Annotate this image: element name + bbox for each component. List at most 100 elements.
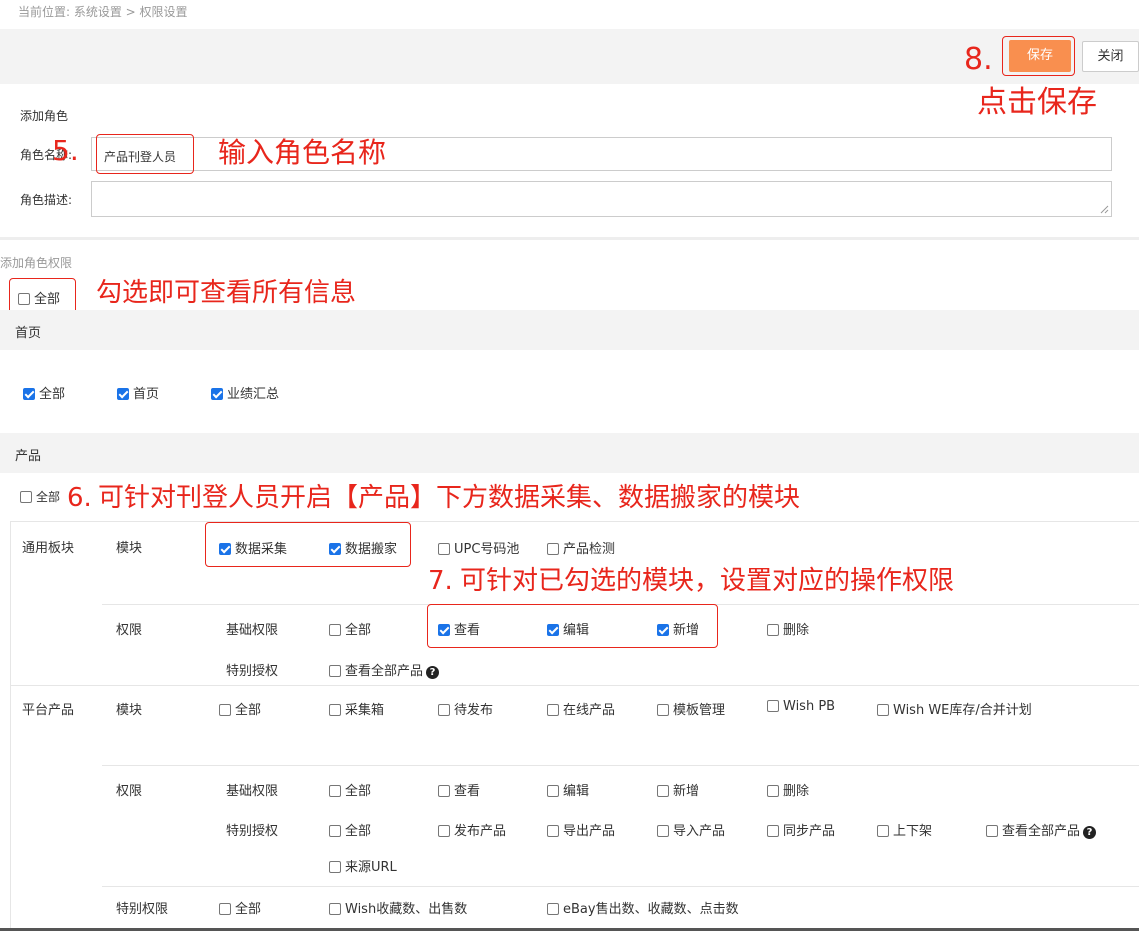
home-option-all[interactable]: 全部 bbox=[23, 383, 65, 402]
checkbox-icon bbox=[547, 785, 559, 797]
checkbox-icon bbox=[986, 825, 998, 837]
platform-perm-label: 权限 bbox=[116, 784, 143, 799]
annotation-box-save bbox=[1002, 36, 1075, 76]
annotation-box-all bbox=[9, 278, 76, 314]
checkbox-icon bbox=[438, 785, 450, 797]
platform-special-import[interactable]: 导入产品 bbox=[657, 820, 725, 839]
annotation-step8-number: 8. bbox=[964, 42, 993, 77]
platform-basic-view[interactable]: 查看 bbox=[438, 780, 480, 799]
platform-special-export[interactable]: 导出产品 bbox=[547, 820, 615, 839]
resize-handle-icon[interactable] bbox=[1099, 204, 1109, 214]
option-label: 业绩汇总 bbox=[227, 387, 280, 402]
home-option-performance[interactable]: 业绩汇总 bbox=[211, 383, 279, 402]
platform-basic-delete[interactable]: 删除 bbox=[767, 780, 809, 799]
checkbox-icon bbox=[547, 704, 559, 716]
option-label: 同步产品 bbox=[783, 824, 836, 839]
table-divider bbox=[10, 685, 1139, 686]
option-label: 全部 bbox=[345, 784, 372, 799]
checkbox-icon bbox=[329, 825, 341, 837]
platform-module-collect-box[interactable]: 采集箱 bbox=[329, 699, 384, 718]
platform-special-publish[interactable]: 发布产品 bbox=[438, 820, 506, 839]
option-label: 待发布 bbox=[454, 703, 494, 718]
option-label: 首页 bbox=[133, 387, 160, 402]
option-label: 采集箱 bbox=[345, 703, 385, 718]
platform-special-label: 特别授权 bbox=[226, 824, 279, 839]
checkbox-icon bbox=[767, 624, 779, 636]
checkbox-icon bbox=[877, 704, 889, 716]
platform-module-wish-we[interactable]: Wish WE库存/合并计划 bbox=[877, 699, 1032, 718]
platform-special-perm-all[interactable]: 全部 bbox=[219, 898, 261, 917]
close-button[interactable]: 关闭 bbox=[1082, 41, 1139, 72]
option-label: Wish PB bbox=[783, 699, 836, 714]
platform-module-pending[interactable]: 待发布 bbox=[438, 699, 493, 718]
option-label: 全部 bbox=[345, 623, 372, 638]
platform-basic-edit[interactable]: 编辑 bbox=[547, 780, 589, 799]
checkbox-icon bbox=[329, 624, 341, 636]
role-desc-label: 角色描述: bbox=[20, 193, 73, 207]
option-label: 产品检测 bbox=[563, 542, 616, 557]
general-special-label: 特别授权 bbox=[226, 664, 279, 679]
option-label: 删除 bbox=[783, 784, 810, 799]
option-label: 在线产品 bbox=[563, 703, 616, 718]
platform-group-label: 平台产品 bbox=[22, 703, 75, 718]
platform-basic-label: 基础权限 bbox=[226, 784, 279, 799]
home-section-header: 首页 bbox=[0, 310, 1139, 350]
breadcrumb: 当前位置: 系统设置 > 权限设置 bbox=[18, 5, 188, 19]
option-label: 删除 bbox=[783, 623, 810, 638]
general-special-view-all[interactable]: 查看全部产品? bbox=[329, 660, 440, 679]
option-label: 全部 bbox=[235, 902, 262, 917]
platform-module-template[interactable]: 模板管理 bbox=[657, 699, 725, 718]
annotation-step5-number: 5. bbox=[52, 134, 79, 167]
option-label: 全部 bbox=[235, 703, 262, 718]
general-module-upc-pool[interactable]: UPC号码池 bbox=[438, 538, 519, 557]
checkbox-icon bbox=[767, 785, 779, 797]
option-label: 发布产品 bbox=[454, 824, 507, 839]
option-label: 编辑 bbox=[563, 784, 590, 799]
checkbox-icon bbox=[438, 543, 450, 555]
checkbox-icon bbox=[438, 704, 450, 716]
home-option-home[interactable]: 首页 bbox=[117, 383, 159, 402]
platform-special-view-all[interactable]: 查看全部产品? bbox=[986, 820, 1097, 839]
help-icon[interactable]: ? bbox=[426, 666, 440, 679]
checkbox-icon bbox=[329, 785, 341, 797]
checkbox-icon bbox=[20, 491, 32, 503]
table-divider bbox=[102, 886, 1139, 887]
role-desc-textarea[interactable] bbox=[91, 181, 1112, 217]
platform-module-online[interactable]: 在线产品 bbox=[547, 699, 615, 718]
platform-special-perm-ebay[interactable]: eBay售出数、收藏数、点击数 bbox=[547, 898, 739, 917]
option-label: 导入产品 bbox=[673, 824, 726, 839]
help-icon[interactable]: ? bbox=[1083, 826, 1097, 839]
checkbox-icon bbox=[767, 700, 779, 712]
platform-special-sync[interactable]: 同步产品 bbox=[767, 820, 835, 839]
general-basic-delete[interactable]: 删除 bbox=[767, 619, 809, 638]
annotation-step6-number: 6. bbox=[67, 483, 92, 513]
table-divider bbox=[102, 765, 1139, 766]
checkbox-icon bbox=[547, 825, 559, 837]
platform-basic-add[interactable]: 新增 bbox=[657, 780, 699, 799]
checkbox-checked-icon bbox=[23, 388, 35, 400]
general-module-product-check[interactable]: 产品检测 bbox=[547, 538, 615, 557]
checkbox-checked-icon bbox=[211, 388, 223, 400]
platform-special-source-url[interactable]: 来源URL bbox=[329, 856, 397, 875]
annotation-box-perms bbox=[427, 604, 718, 648]
option-label: eBay售出数、收藏数、点击数 bbox=[563, 902, 739, 917]
option-label: Wish WE库存/合并计划 bbox=[893, 703, 1032, 718]
option-label: 查看全部产品 bbox=[345, 664, 424, 679]
general-group-label: 通用板块 bbox=[22, 541, 75, 556]
option-label: 来源URL bbox=[345, 860, 397, 875]
platform-basic-all[interactable]: 全部 bbox=[329, 780, 371, 799]
section-divider bbox=[0, 237, 1139, 240]
platform-special-listing[interactable]: 上下架 bbox=[877, 820, 932, 839]
product-section-header: 产品 bbox=[0, 433, 1139, 473]
platform-special-perm-wish[interactable]: Wish收藏数、出售数 bbox=[329, 898, 467, 917]
product-all-checkbox[interactable]: 全部 bbox=[20, 488, 60, 505]
annotation-step5-text: 输入角色名称 bbox=[218, 136, 387, 169]
checkbox-icon bbox=[219, 704, 231, 716]
checkbox-icon bbox=[547, 543, 559, 555]
platform-module-all[interactable]: 全部 bbox=[219, 699, 261, 718]
platform-module-wish-pb[interactable]: Wish PB bbox=[767, 699, 835, 714]
general-basic-all[interactable]: 全部 bbox=[329, 619, 371, 638]
checkbox-checked-icon bbox=[117, 388, 129, 400]
platform-special-all[interactable]: 全部 bbox=[329, 820, 371, 839]
option-label: 全部 bbox=[39, 387, 66, 402]
